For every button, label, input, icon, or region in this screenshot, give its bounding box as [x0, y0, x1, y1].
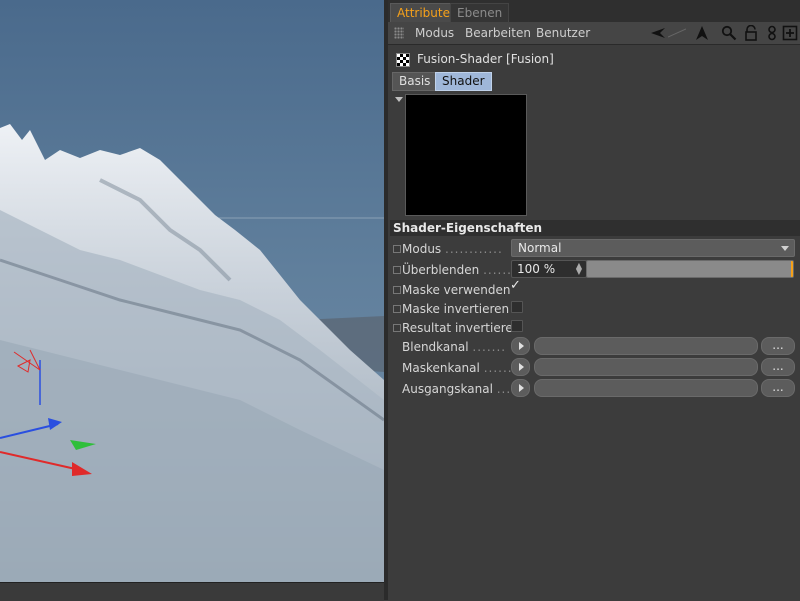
- chevron-down-icon: [781, 246, 789, 251]
- label-ausgangskanal: Ausgangskanal ....: [402, 382, 516, 396]
- search-icon[interactable]: [721, 25, 737, 41]
- row-maske-verwenden: Maske verwenden ✓: [388, 278, 800, 300]
- animation-dot-icon[interactable]: [393, 245, 401, 253]
- checker-shader-icon: [396, 53, 410, 67]
- animation-dot-icon[interactable]: [393, 286, 401, 294]
- blendkanal-more-button[interactable]: ...: [761, 337, 795, 355]
- row-ausgangskanal: Ausgangskanal .... ...: [388, 379, 800, 399]
- maskenkanal-field[interactable]: [534, 358, 758, 376]
- panel-tabbar: Attribute Ebenen: [388, 0, 800, 23]
- row-maske-invertieren: Maske invertieren: [388, 299, 800, 319]
- back-arrow-icon[interactable]: [650, 25, 666, 41]
- maske-verwenden-checkbox[interactable]: ✓: [510, 278, 521, 293]
- ausgangskanal-play-button[interactable]: [511, 379, 530, 397]
- animation-dot-icon[interactable]: [393, 305, 401, 313]
- row-maskenkanal: Maskenkanal ...... ...: [388, 358, 800, 378]
- modus-dropdown[interactable]: Normal: [511, 239, 795, 257]
- lock-icon[interactable]: [743, 25, 759, 41]
- resultat-invertieren-checkbox[interactable]: [511, 320, 523, 332]
- animation-dot-icon[interactable]: [393, 266, 401, 274]
- ausgangskanal-field[interactable]: [534, 379, 758, 397]
- blendkanal-play-button[interactable]: [511, 337, 530, 355]
- section-header-shader-eigenschaften[interactable]: Shader-Eigenschaften: [390, 220, 800, 236]
- object-title: Fusion-Shader [Fusion]: [417, 52, 554, 66]
- row-blendkanal: Blendkanal ....... ...: [388, 337, 800, 357]
- subtab-basis[interactable]: Basis: [392, 72, 438, 91]
- link-icon[interactable]: [764, 25, 780, 41]
- row-resultat-invertieren: Resultat invertieren: [388, 318, 800, 338]
- menu-benutzer[interactable]: Benutzer: [536, 25, 590, 41]
- ueberblenden-slider[interactable]: [586, 260, 794, 278]
- subtab-shader[interactable]: Shader: [435, 72, 492, 91]
- spinner-arrows-icon[interactable]: ▲ ▼: [576, 262, 582, 276]
- menu-bearbeiten[interactable]: Bearbeiten: [465, 25, 531, 41]
- tab-attribute[interactable]: Attribute: [390, 3, 457, 23]
- maskenkanal-more-button[interactable]: ...: [761, 358, 795, 376]
- history-slider-icon: [668, 28, 686, 38]
- attribute-panel: Attribute Ebenen Modus Bearbeiten Benutz…: [388, 0, 800, 600]
- label-maske-verwenden: Maske verwenden: [402, 283, 511, 297]
- menu-modus[interactable]: Modus: [415, 25, 454, 41]
- slider-fill: [587, 261, 793, 277]
- viewport-statusbar: [0, 582, 384, 601]
- maske-invertieren-checkbox[interactable]: [511, 301, 523, 313]
- object-header: Fusion-Shader [Fusion]: [388, 48, 800, 70]
- grip-icon[interactable]: [394, 27, 404, 39]
- terrain-render: [0, 124, 384, 600]
- shader-preview[interactable]: [405, 94, 527, 216]
- viewport-3d[interactable]: [0, 0, 384, 600]
- new-panel-icon[interactable]: [782, 25, 798, 41]
- label-modus: Modus ............: [402, 242, 503, 256]
- label-maske-invertieren: Maske invertieren: [402, 302, 510, 316]
- blendkanal-field[interactable]: [534, 337, 758, 355]
- label-resultat-invertieren: Resultat invertieren: [402, 321, 521, 335]
- animation-dot-icon[interactable]: [393, 324, 401, 332]
- label-ueberblenden: Überblenden ......: [402, 263, 512, 277]
- maskenkanal-play-button[interactable]: [511, 358, 530, 376]
- attribute-menubar: Modus Bearbeiten Benutzer: [388, 22, 800, 45]
- row-modus: Modus ............ Normal: [388, 239, 800, 259]
- label-blendkanal: Blendkanal .......: [402, 340, 507, 354]
- row-ueberblenden: Überblenden ...... 100 % ▲ ▼: [388, 260, 800, 280]
- forward-arrow-icon[interactable]: [694, 25, 710, 41]
- ausgangskanal-more-button[interactable]: ...: [761, 379, 795, 397]
- tab-ebenen[interactable]: Ebenen: [450, 3, 510, 23]
- ueberblenden-input[interactable]: 100 % ▲ ▼: [511, 260, 587, 278]
- label-maskenkanal: Maskenkanal ......: [402, 361, 513, 375]
- slider-handle[interactable]: [791, 261, 793, 277]
- preview-collapse-icon[interactable]: [395, 97, 403, 102]
